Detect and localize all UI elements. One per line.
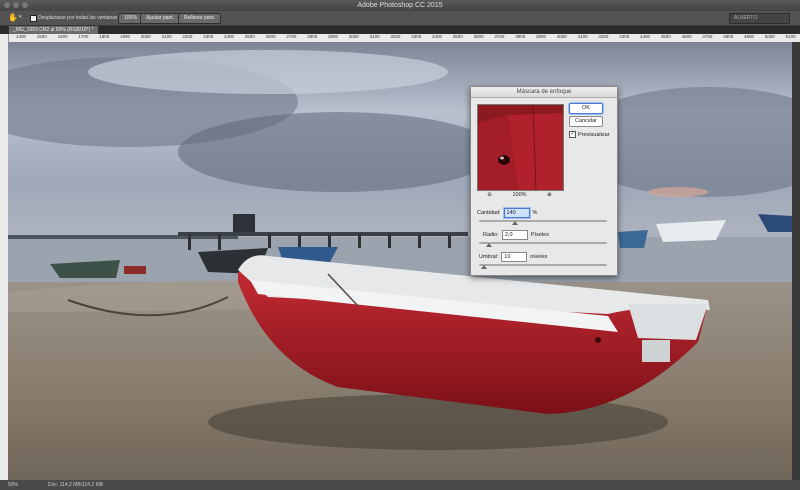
zoom-out-icon[interactable]: ⊖ (487, 192, 492, 198)
minimize-window-icon[interactable] (13, 2, 19, 8)
ruler-tick-label: 2700 (286, 34, 297, 39)
ruler-tick-label: 2200 (182, 34, 193, 39)
scroll-all-windows-checkbox[interactable] (30, 15, 37, 22)
amount-label: Cantidad: (477, 210, 501, 216)
workspace-switcher[interactable]: ALBERTO (729, 13, 790, 24)
cancel-button[interactable]: Cancelar (569, 116, 603, 127)
ruler-tick-label: 3000 (348, 34, 359, 39)
ruler-tick-label: 3700 (494, 34, 505, 39)
ruler-tick-label: 3100 (369, 34, 380, 39)
ruler-tick-label: 2600 (265, 34, 276, 39)
ruler-tick-label: 5100 (785, 34, 796, 39)
ruler-tick-label: 4000 (556, 34, 567, 39)
ruler-tick-label: 3400 (432, 34, 443, 39)
zoom-level[interactable]: 50% (8, 480, 18, 490)
zoom-window-icon[interactable] (22, 2, 28, 8)
threshold-unit: niveles (530, 254, 548, 260)
photo (8, 42, 792, 480)
radius-label: Radio: (483, 232, 499, 238)
ruler-tick-label: 1700 (78, 34, 89, 39)
fill-screen-button[interactable]: Rellenar pant. (178, 13, 222, 24)
ruler-tick-label: 4400 (640, 34, 651, 39)
ruler-tick-label: 3300 (411, 34, 422, 39)
radius-input[interactable]: 2,0 (501, 230, 528, 240)
ruler-tick-label: 1900 (120, 34, 131, 39)
radius-slider[interactable] (479, 242, 607, 247)
dialog-title: Máscara de enfoque (471, 87, 617, 98)
scroll-all-windows-label: Desplazarse por todas las ventanas (38, 15, 118, 21)
status-bar: 50% Doc: 114,2 MB/114,2 MB (0, 480, 800, 490)
ruler-tick-label: 1800 (99, 34, 110, 39)
window-controls[interactable] (4, 2, 28, 8)
unsharp-mask-dialog: Máscara de enfoque OK Cancelar ✓ Previsu… (470, 86, 618, 276)
amount-unit: % (532, 210, 538, 216)
amount-input[interactable]: 140 (503, 208, 530, 218)
ruler-tick-label: 4600 (681, 34, 692, 39)
threshold-input[interactable]: 10 (501, 252, 528, 262)
ruler-tick-label: 4800 (723, 34, 734, 39)
ruler-tick-label: 3200 (390, 34, 401, 39)
ruler-tick-label: 4500 (660, 34, 671, 39)
amount-slider-thumb[interactable] (511, 221, 518, 225)
tool-preset-chevron-icon[interactable]: ▾ (19, 14, 22, 20)
ruler-tick-label: 1600 (57, 34, 68, 39)
title-bar: Adobe Photoshop CC 2015 (0, 0, 800, 11)
threshold-slider[interactable] (479, 264, 607, 269)
preview-zoom-row: ⊖ 100% ⊕ (477, 192, 562, 198)
threshold-slider-thumb[interactable] (481, 265, 488, 269)
threshold-label: Umbral: (479, 254, 499, 260)
ruler-tick-label: 4300 (619, 34, 630, 39)
close-window-icon[interactable] (4, 2, 10, 8)
document-tab-label: _MG_1993.CR2 al 50% (RGB/16*) * (13, 27, 94, 33)
ruler-tick-label: 3800 (515, 34, 526, 39)
ruler-tick-label: 1400 (16, 34, 27, 39)
radius-unit: Píxeles (530, 232, 549, 238)
zoom-in-icon[interactable]: ⊕ (547, 192, 552, 198)
preview-thumbnail[interactable] (477, 104, 564, 191)
window-title: Adobe Photoshop CC 2015 (357, 2, 443, 9)
ruler-tick-label: 2300 (203, 34, 214, 39)
threshold-row: Umbral: 10 niveles (479, 252, 547, 262)
ruler-tick-label: 2000 (140, 34, 151, 39)
preview-zoom-level: 100% (512, 192, 527, 198)
preview-toggle[interactable]: ✓ Previsualizar (569, 131, 609, 138)
ruler-tick-label: 2100 (161, 34, 172, 39)
ruler-tick-label: 3600 (473, 34, 484, 39)
document-size[interactable]: Doc: 114,2 MB/114,2 MB (48, 480, 103, 490)
ruler-tick-label: 5000 (764, 34, 775, 39)
amount-slider[interactable] (479, 220, 607, 225)
radius-row: Radio: 2,0 Píxeles (483, 230, 549, 240)
ruler-tick-label: 3500 (452, 34, 463, 39)
ruler-tick-label: 4700 (702, 34, 713, 39)
ruler-tick-label: 4100 (577, 34, 588, 39)
ruler-tick-label: 4900 (744, 34, 755, 39)
preview-label: Previsualizar (578, 131, 610, 138)
amount-row: Cantidad: 140 % (477, 208, 537, 218)
hand-tool-icon[interactable]: ✋ (8, 13, 18, 22)
fit-screen-button[interactable]: Ajustar pant. (140, 13, 181, 24)
ruler-tick-label: 2500 (244, 34, 255, 39)
preview-checkbox[interactable]: ✓ (569, 131, 576, 138)
ruler-tick-label: 2800 (307, 34, 318, 39)
radius-slider-thumb[interactable] (486, 243, 493, 247)
preview-image (478, 105, 563, 190)
ruler-tick-label: 3900 (536, 34, 547, 39)
ruler-tick-label: 1500 (36, 34, 47, 39)
ok-button[interactable]: OK (569, 103, 603, 114)
ruler-tick-label: 2900 (328, 34, 339, 39)
ruler-tick-label: 2400 (224, 34, 235, 39)
options-bar: ✋ ▾ Desplazarse por todas las ventanas 1… (0, 11, 800, 26)
vertical-scrollbar[interactable] (792, 42, 800, 480)
ruler-tick-label: 4200 (598, 34, 609, 39)
document-canvas[interactable] (8, 42, 792, 480)
